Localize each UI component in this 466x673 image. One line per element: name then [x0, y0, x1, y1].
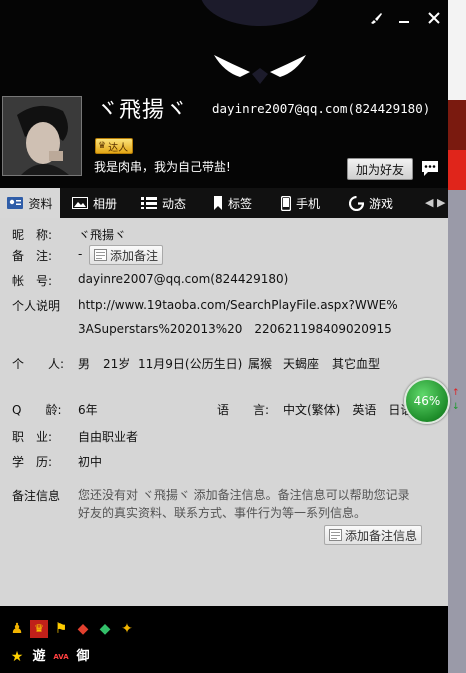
tab-activity[interactable]: 动态 [141, 188, 186, 218]
background-panel [448, 190, 466, 673]
close-button[interactable] [424, 8, 444, 28]
mask-icon[interactable]: ♛ [30, 620, 48, 638]
profile-tabs: 资料 相册 动态 标签 手机 游戏 ◀ ▶ [0, 188, 448, 218]
remark-value: - [78, 247, 83, 261]
photo-icon [72, 197, 88, 209]
account-label: 帐 号: [12, 274, 53, 288]
note-label: 备注信息 [12, 489, 61, 503]
tab-label: 相册 [93, 196, 118, 211]
brush-icon [371, 13, 382, 24]
gender-value: 男 [78, 357, 91, 371]
profile-window: ヾ飛揚ヾ dayinre2007@qq.com(824429180) ♛ 达人 … [0, 0, 448, 673]
tab-mobile[interactable]: 手机 [281, 188, 320, 218]
chat-bubble-icon [422, 161, 438, 176]
blood-type-value: 其它血型 [332, 357, 381, 371]
tab-label: 资料 [28, 196, 53, 211]
job-value: 自由职业者 [78, 430, 139, 444]
tab-games[interactable]: 游戏 [349, 188, 393, 218]
constellation-value: 天蝎座 [283, 357, 320, 371]
personal-motto: 我是肉串，我为自己带盐! [94, 160, 231, 174]
account-value: dayinre2007@qq.com(824429180) [78, 272, 289, 286]
note-description: 您还没有对 ヾ飛揚ヾ 添加备注信息。备注信息可以帮助您记录好友的真实资料、联系方… [78, 488, 410, 520]
chat-button[interactable] [420, 158, 440, 178]
diamond-green-icon[interactable]: ◆ [96, 620, 114, 638]
tab-label: 手机 [296, 196, 321, 211]
list-icon [141, 197, 157, 209]
minimize-button[interactable] [394, 8, 414, 28]
header-account: dayinre2007@qq.com(824429180) [212, 101, 431, 116]
avatar[interactable] [2, 96, 82, 176]
close-icon [428, 12, 440, 24]
bio-line-2: 3ASuperstars%202013%20 22062119840902091… [78, 322, 392, 336]
phone-icon [281, 195, 291, 211]
tab-label: 动态 [162, 196, 187, 211]
tab-photos[interactable]: 相册 [72, 188, 117, 218]
avatar-portrait-icon [3, 97, 81, 175]
add-remark-button[interactable]: 添加备注 [89, 245, 164, 265]
profile-card-icon [7, 197, 24, 209]
download-arrow-icon: ↓ [452, 402, 460, 412]
qage-label: Q 龄: [12, 403, 62, 417]
progress-percentage-badge[interactable]: 46% [404, 378, 450, 424]
add-remark-label: 添加备注 [110, 248, 159, 263]
language-label: 语 言: [217, 403, 270, 417]
profile-details: 昵 称: ヾ飛揚ヾ 备 注: - 添加备注 帐 号: dayinre2007@q… [0, 218, 448, 606]
note-icon [94, 249, 107, 261]
tab-tags[interactable]: 标签 [213, 188, 252, 218]
profile-header: ヾ飛揚ヾ dayinre2007@qq.com(824429180) ♛ 达人 … [0, 0, 448, 188]
bio-label: 个人说明 [12, 299, 61, 313]
gift-icon[interactable]: ✦ [118, 620, 136, 638]
bookmark-icon [214, 196, 222, 210]
education-label: 学 历: [12, 455, 53, 469]
vip-icon[interactable]: 遊 [30, 648, 48, 666]
tab-scroll-right-icon[interactable]: ▶ [437, 196, 445, 209]
language-value: 中文(繁体) 英语 日语 [283, 403, 413, 417]
add-note-button[interactable]: 添加备注信息 [324, 525, 423, 545]
star-icon[interactable]: ★ [8, 648, 26, 666]
job-label: 职 业: [12, 430, 53, 444]
expert-badge[interactable]: ♛ 达人 [95, 138, 134, 154]
add-note-label: 添加备注信息 [345, 528, 418, 543]
tab-scroll-left-icon[interactable]: ◀ [425, 196, 433, 209]
age-value: 21岁 [103, 357, 131, 371]
remark-label: 备 注: [12, 249, 53, 263]
crown-icon: ♛ [98, 141, 107, 151]
tab-profile[interactable]: 资料 [0, 188, 60, 218]
upload-arrow-icon: ↑ [452, 388, 460, 398]
tab-label: 游戏 [369, 196, 394, 211]
minimize-icon [399, 21, 409, 23]
header-nickname: ヾ飛揚ヾ [96, 98, 189, 123]
add-friend-button[interactable]: 加为好友 [347, 158, 413, 180]
diamond-red-icon[interactable]: ◆ [74, 620, 92, 638]
badge-bar: ♟ ♛ ⚑ ◆ ◆ ✦ ★ 遊 AVA 御 [0, 606, 448, 673]
mascot-face-icon [201, 0, 319, 84]
personal-label: 个 人: [12, 357, 65, 371]
badge-label: 达人 [108, 142, 129, 154]
game-icon [349, 195, 364, 211]
education-value: 初中 [78, 455, 103, 469]
nickname-value: ヾ飛揚ヾ [78, 228, 127, 242]
skin-brush-button[interactable] [366, 8, 386, 28]
nickname-label: 昵 称: [12, 228, 53, 242]
note-icon [329, 529, 342, 541]
qage-value: 6年 [78, 403, 98, 417]
birthday-value: 11月9日(公历生日) [138, 357, 243, 371]
figure-icon[interactable]: ♟ [8, 620, 26, 638]
flag-icon[interactable]: ⚑ [52, 620, 70, 638]
tab-label: 标签 [228, 196, 253, 211]
background-window-edge [448, 0, 466, 673]
bio-line-1: http://www.19taoba.com/SearchPlayFile.as… [78, 298, 398, 312]
background-banner-accent [448, 150, 466, 190]
royal-icon[interactable]: 御 [74, 648, 92, 666]
ava-icon[interactable]: AVA [52, 648, 70, 666]
zodiac-value: 属猴 [248, 357, 273, 371]
